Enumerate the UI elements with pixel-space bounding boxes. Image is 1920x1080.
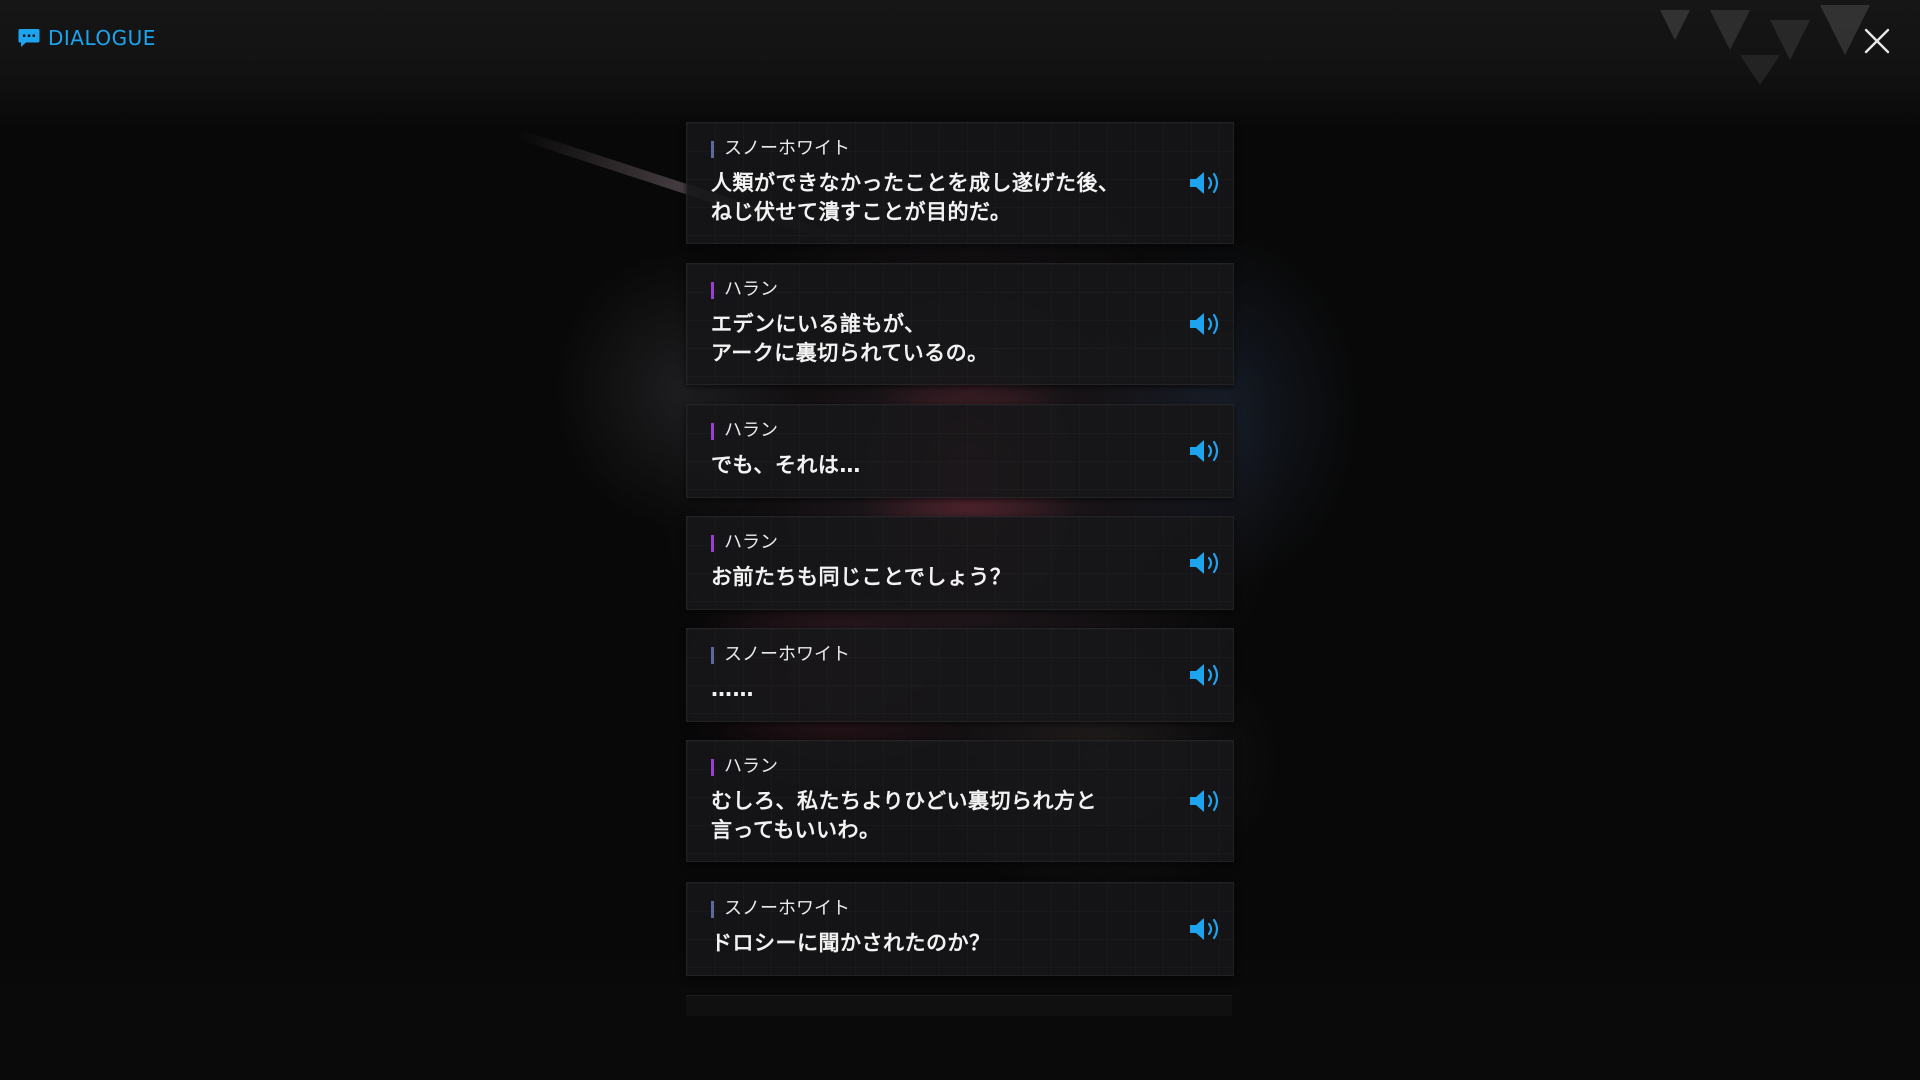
speaker-icon[interactable] (1187, 660, 1223, 690)
dialogue-entry: ハラン でも、それは… (686, 404, 1234, 498)
speaker-name-row: ハラン (711, 533, 778, 553)
speaker-icon[interactable] (1187, 786, 1223, 816)
speaker-name: ハラン (724, 279, 778, 300)
dialogue-text: ドロシーに聞かされたのか？ (711, 931, 991, 955)
speaker-name: ハラン (724, 420, 778, 441)
speaker-icon[interactable] (1187, 168, 1223, 198)
corner-pattern-decoration (1660, 5, 1870, 85)
speaker-name: スノーホワイト (724, 898, 850, 919)
speaker-color-bar (711, 534, 714, 552)
speaker-color-bar (711, 900, 714, 918)
dialogue-entry: スノーホワイト 人類ができなかったことを成し遂げた後、 ねじ伏せて潰すことが目的… (686, 122, 1234, 244)
speaker-color-bar (711, 646, 714, 664)
speaker-name-row: スノーホワイト (711, 645, 850, 665)
speaker-name: ハラン (724, 756, 778, 777)
speaker-icon[interactable] (1187, 436, 1223, 466)
speaker-color-bar (711, 281, 714, 299)
speaker-name: ハラン (724, 532, 778, 553)
dialogue-text: お前たちも同じことでしょう？ (711, 565, 1012, 589)
speaker-name: スノーホワイト (724, 644, 850, 665)
speaker-color-bar (711, 758, 714, 776)
dialogue-text: エデンにいる誰もが、 アークに裏切られているの。 (711, 312, 989, 365)
dialogue-entry: ハラン お前たちも同じことでしょう？ (686, 516, 1234, 610)
dialogue-text: …… (711, 677, 754, 701)
dialogue-text: 人類ができなかったことを成し遂げた後、 ねじ伏せて潰すことが目的だ。 (711, 171, 1120, 224)
speaker-icon[interactable] (1187, 914, 1223, 944)
dialogue-entry: スノーホワイト …… (686, 628, 1234, 722)
dialogue-title: DIALOGUE (48, 26, 156, 50)
speaker-color-bar (711, 140, 714, 158)
speaker-name-row: スノーホワイト (711, 139, 850, 159)
dialogue-text: でも、それは… (711, 453, 861, 477)
speaker-icon[interactable] (1187, 548, 1223, 578)
speaker-name: スノーホワイト (724, 138, 850, 159)
speaker-name-row: ハラン (711, 757, 778, 777)
speaker-icon[interactable] (1187, 309, 1223, 339)
dialogue-header: DIALOGUE (18, 26, 156, 50)
next-entry-edge (686, 995, 1232, 1016)
speaker-name-row: ハラン (711, 421, 778, 441)
dialogue-log-screen: DIALOGUE スノーホワイト 人類ができなかったことを成し遂げた後、 ねじ伏… (0, 0, 1920, 1080)
close-icon[interactable] (1862, 26, 1892, 56)
dialogue-list[interactable]: スノーホワイト 人類ができなかったことを成し遂げた後、 ねじ伏せて潰すことが目的… (686, 0, 1234, 1080)
dialogue-entry: スノーホワイト ドロシーに聞かされたのか？ (686, 882, 1234, 976)
speaker-name-row: スノーホワイト (711, 899, 850, 919)
speaker-color-bar (711, 422, 714, 440)
speaker-name-row: ハラン (711, 280, 778, 300)
dialogue-text: むしろ、私たちよりひどい裏切られ方と 言ってもいいわ。 (711, 789, 1097, 842)
chat-bubble-icon (18, 29, 40, 47)
dialogue-entry: ハラン エデンにいる誰もが、 アークに裏切られているの。 (686, 263, 1234, 385)
dialogue-entry: ハラン むしろ、私たちよりひどい裏切られ方と 言ってもいいわ。 (686, 740, 1234, 862)
